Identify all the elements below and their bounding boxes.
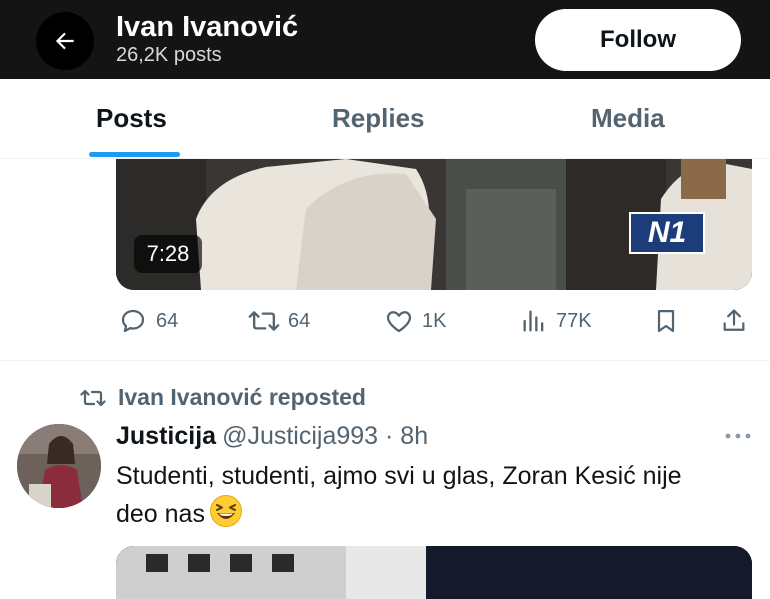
repost-icon <box>248 311 280 331</box>
post-text-content: Studenti, studenti, ajmo svi u glas, Zor… <box>116 462 682 528</box>
like-button[interactable]: 1K <box>384 306 446 336</box>
author-handle[interactable]: @Justicija993 · 8h <box>222 422 428 450</box>
avatar-image <box>17 424 101 508</box>
analytics-icon <box>523 310 544 332</box>
reply-count: 64 <box>156 309 179 332</box>
profile-tabs: Posts Replies Media <box>0 79 770 159</box>
tab-posts[interactable]: Posts <box>96 103 167 134</box>
repost-icon <box>80 389 106 406</box>
channel-logo: N1 <box>629 212 705 254</box>
grinning-squinting-emoji-icon <box>209 495 242 527</box>
post-actions: 64 64 1K 77K <box>0 300 770 344</box>
video-duration: 7:28 <box>134 235 202 273</box>
tab-replies[interactable]: Replies <box>332 103 425 134</box>
active-tab-indicator <box>89 152 180 157</box>
reply-button[interactable]: 64 <box>118 306 178 336</box>
like-count: 1K <box>422 309 447 332</box>
profile-header: Ivan Ivanović 26,2K posts Follow <box>0 0 770 79</box>
bookmark-button[interactable] <box>652 306 680 336</box>
more-icon[interactable] <box>722 426 754 446</box>
share-button[interactable] <box>720 306 748 336</box>
post-count: 26,2K posts <box>116 44 222 66</box>
repost-indicator: Ivan Ivanović reposted <box>80 384 366 411</box>
tab-media[interactable]: Media <box>591 103 665 134</box>
heart-icon <box>386 311 412 333</box>
post-media[interactable] <box>116 546 752 599</box>
avatar[interactable] <box>17 424 101 508</box>
post-divider <box>0 360 770 361</box>
post-text: Studenti, studenti, ajmo svi u glas, Zor… <box>116 458 726 532</box>
views-button[interactable]: 77K <box>520 306 592 336</box>
bookmark-icon <box>657 309 675 333</box>
profile-name: Ivan Ivanović <box>116 11 299 43</box>
share-icon <box>723 309 745 331</box>
repost-count: 64 <box>288 309 311 332</box>
arrow-left-icon <box>55 32 74 50</box>
media-thumbnail <box>116 546 752 599</box>
comment-icon <box>121 309 145 333</box>
views-count: 77K <box>556 309 592 332</box>
repost-label[interactable]: Ivan Ivanović reposted <box>118 384 366 411</box>
repost-button[interactable]: 64 <box>248 306 310 336</box>
author-name[interactable]: Justicija <box>116 422 216 450</box>
back-button[interactable] <box>36 12 94 70</box>
follow-button[interactable]: Follow <box>535 9 741 71</box>
post-author: Justicija @Justicija993 · 8h <box>116 422 428 451</box>
